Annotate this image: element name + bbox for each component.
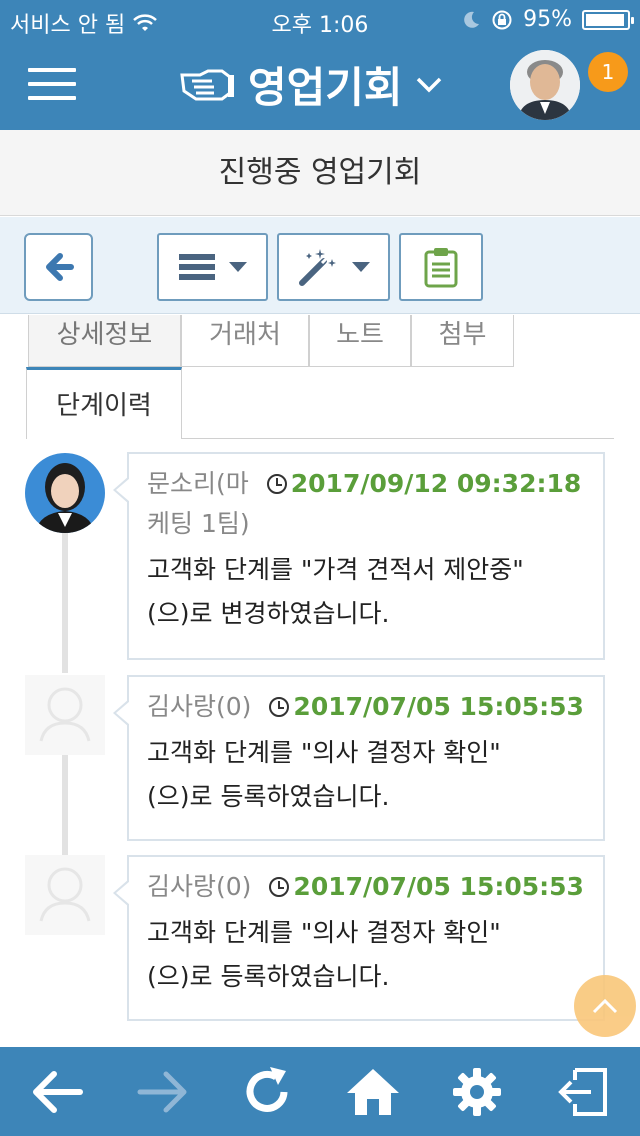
entry-timestamp: 2017/07/05 15:05:53 [293,692,584,721]
user-avatar[interactable] [510,50,580,120]
entry-timestamp: 2017/07/05 15:05:53 [293,872,584,901]
entry-author: 문소리(마 [147,469,249,498]
list-icon [178,254,215,280]
nav-home-button[interactable] [340,1059,406,1125]
handshake-icon [180,69,234,100]
home-icon [347,1069,399,1115]
page-title: 영업기회 [248,63,403,112]
caret-down-icon [228,262,247,272]
timeline-entry: 김사랑(0) 2017/07/05 15:05:53 고객화 단계를 "의사 결정… [113,855,605,1021]
entry-author-cont: 케팅 1팀) [147,509,250,538]
toolbar [0,217,640,314]
tab-attachments[interactable]: 첨부 [411,315,514,367]
timeline-connector [62,755,68,855]
entry-author: 김사랑(0) [147,692,252,721]
arrow-left-icon [33,1071,83,1113]
nav-settings-button[interactable] [444,1059,510,1125]
battery-icon [582,9,634,30]
list-menu-button[interactable] [157,233,268,301]
scroll-to-top-button[interactable] [574,975,636,1037]
arrow-left-icon [45,253,74,281]
entry-message: (으)로 등록하였습니다. [147,782,390,811]
back-button[interactable] [24,233,93,301]
hamburger-menu-button[interactable] [28,68,76,102]
clock-icon [266,474,287,494]
module-selector[interactable]: 영업기회 [178,54,443,115]
clock-icon [269,877,290,897]
gear-icon [453,1068,501,1116]
notification-badge[interactable]: 1 [588,52,628,92]
entry-message: 고객화 단계를 "의사 결정자 확인" [147,918,501,947]
tab-details[interactable]: 상세정보 [28,315,181,367]
timeline-entry: 김사랑(0) 2017/07/05 15:05:53 고객화 단계를 "의사 결정… [113,675,605,841]
tab-notes[interactable]: 노트 [309,315,411,367]
tab-divider [182,438,614,439]
tab-account[interactable]: 거래처 [181,315,309,367]
app-header: 영업기회 1 [0,40,640,130]
clock-icon [269,697,290,717]
timeline-connector [62,533,68,673]
timeline-entry: 문소리(마 2017/09/12 09:32:18 케팅 1팀) 고객화 단계를 … [113,452,605,660]
section-title: 진행중 영업기회 [0,130,640,216]
entry-message: 고객화 단계를 "가격 견적서 제안중" [147,555,524,584]
rotation-lock-icon [492,10,512,29]
tab-stage-history[interactable]: 단계이력 [26,367,182,439]
entry-author: 김사랑(0) [147,872,252,901]
caret-down-icon [351,262,370,272]
entry-message: 고객화 단계를 "의사 결정자 확인" [147,738,501,767]
clipboard-icon [424,248,458,288]
entry-message: (으)로 등록하였습니다. [147,962,390,991]
magic-wand-button[interactable] [277,233,390,301]
chevron-down-icon [416,77,441,92]
nav-refresh-button[interactable] [234,1059,300,1125]
arrow-right-icon [137,1071,187,1113]
avatar [25,675,105,755]
bottom-navigation [0,1047,640,1136]
status-bar: 서비스 안 됨 오후 1:06 95% [0,0,640,40]
entry-message: (으)로 변경하였습니다. [147,599,390,628]
avatar [25,855,105,935]
entry-timestamp: 2017/09/12 09:32:18 [290,469,582,498]
magic-wand-icon [298,249,336,286]
nav-logout-button[interactable] [550,1059,616,1125]
refresh-icon [246,1067,288,1112]
logout-icon [558,1068,607,1116]
content-area: 상세정보 거래처 노트 첨부 단계이력 문소리(마 2017/09/12 09:3… [0,315,640,1047]
avatar [25,453,105,533]
clipboard-button[interactable] [399,233,483,301]
moon-icon [464,11,480,28]
nav-back-button[interactable] [24,1059,90,1125]
nav-forward-button[interactable] [130,1059,196,1125]
battery-percent: 95% [523,7,572,32]
chevron-up-icon [592,998,618,1014]
